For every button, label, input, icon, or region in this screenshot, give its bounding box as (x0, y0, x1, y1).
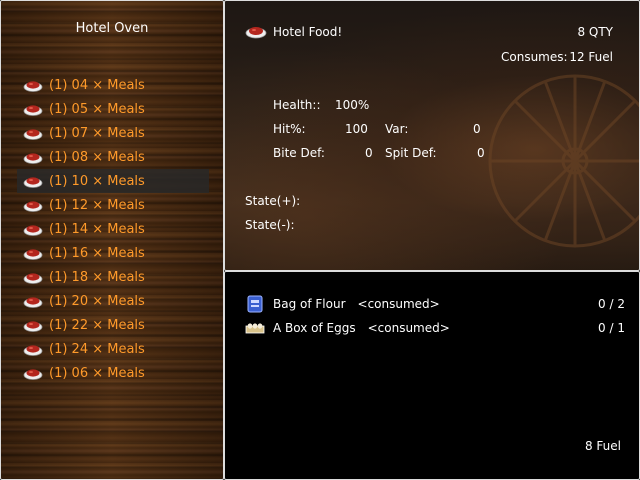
flour-bag-icon (247, 295, 263, 313)
meal-plate-icon (23, 129, 43, 140)
recipe-list: (1) 04 × Meals (1) 05 × Meals (1) 07 × Mea… (17, 73, 209, 385)
var-label: Var: (385, 122, 409, 136)
meal-plate-icon (23, 153, 43, 164)
meal-plate-icon (23, 369, 43, 380)
health-label: Health:: (273, 98, 321, 112)
spinning-wheel-background (488, 74, 639, 248)
hit-label: Hit%: (273, 122, 306, 136)
meal-plate-icon (23, 201, 43, 212)
ingredient-name: Bag of Flour (273, 297, 346, 311)
recipe-item[interactable]: (1) 06 × Meals (17, 361, 209, 385)
consumes-label: Consumes: (501, 50, 568, 64)
recipe-item[interactable]: (1) 07 × Meals (17, 121, 209, 145)
consumes-value: 12 Fuel (569, 50, 613, 64)
recipe-label: (1) 04 × Meals (49, 77, 145, 93)
ingredient-count: 0 / 2 (598, 297, 625, 311)
recipe-item[interactable]: (1) 16 × Meals (17, 241, 209, 265)
oven-title: Hotel Oven (75, 21, 149, 36)
ingredient-panel: Bag of Flour <consumed> 0 / 2 A Box of E… (224, 271, 640, 480)
ingredient-status: <consumed> (367, 321, 450, 335)
recipe-item[interactable]: (1) 10 × Meals (17, 169, 209, 193)
ingredient-row: Bag of Flour <consumed> 0 / 2 (245, 294, 625, 314)
recipe-label: (1) 20 × Meals (49, 293, 145, 309)
recipe-item[interactable]: (1) 05 × Meals (17, 97, 209, 121)
meal-plate-icon (23, 105, 43, 116)
fuel-total: 8 Fuel (584, 439, 621, 453)
state-plus-label: State(+): (245, 194, 301, 208)
meal-plate-icon (23, 177, 43, 188)
spit-def-label: Spit Def: (385, 146, 437, 160)
meal-plate-icon (23, 297, 43, 308)
meal-plate-icon (23, 273, 43, 284)
recipe-item[interactable]: (1) 22 × Meals (17, 313, 209, 337)
health-value: 100% (335, 98, 370, 112)
hit-value: 100 (345, 122, 368, 136)
recipe-item[interactable]: (1) 24 × Meals (17, 337, 209, 361)
recipe-label: (1) 12 × Meals (49, 197, 145, 213)
item-qty: 8 QTY (577, 25, 613, 39)
recipe-item[interactable]: (1) 12 × Meals (17, 193, 209, 217)
recipe-label: (1) 10 × Meals (49, 173, 145, 189)
recipe-label: (1) 18 × Meals (49, 269, 145, 285)
recipe-label: (1) 22 × Meals (49, 317, 145, 333)
oven-recipe-panel: Hotel Oven (1) 04 × Meals (1) 05 × Meals(… (0, 0, 224, 480)
ingredient-name: A Box of Eggs (273, 321, 356, 335)
ingredient-count: 0 / 1 (598, 321, 625, 335)
recipe-label: (1) 24 × Meals (49, 341, 145, 357)
recipe-label: (1) 06 × Meals (49, 365, 145, 381)
egg-box-icon (245, 323, 265, 334)
meal-plate-icon (23, 249, 43, 260)
spit-def-value: 0 (477, 146, 485, 160)
recipe-label: (1) 07 × Meals (49, 125, 145, 141)
bite-def-label: Bite Def: (273, 146, 325, 160)
recipe-item[interactable]: (1) 08 × Meals (17, 145, 209, 169)
ingredient-row: A Box of Eggs <consumed> 0 / 1 (245, 318, 625, 338)
item-name: Hotel Food! (273, 25, 343, 39)
recipe-label: (1) 05 × Meals (49, 101, 145, 117)
hotel-food-icon (245, 27, 267, 39)
recipe-label: (1) 16 × Meals (49, 245, 145, 261)
state-minus-label: State(-): (245, 218, 295, 232)
recipe-item[interactable]: (1) 20 × Meals (17, 289, 209, 313)
meal-plate-icon (23, 81, 43, 92)
item-detail-panel: Hotel Food! 8 QTY Consumes: 12 Fuel Heal… (224, 0, 640, 271)
meal-plate-icon (23, 345, 43, 356)
recipe-item[interactable]: (1) 04 × Meals (17, 73, 209, 97)
recipe-item[interactable]: (1) 18 × Meals (17, 265, 209, 289)
meal-plate-icon (23, 225, 43, 236)
meal-plate-icon (23, 321, 43, 332)
recipe-item[interactable]: (1) 14 × Meals (17, 217, 209, 241)
bite-def-value: 0 (365, 146, 373, 160)
var-value: 0 (473, 122, 481, 136)
recipe-label: (1) 14 × Meals (49, 221, 145, 237)
recipe-label: (1) 08 × Meals (49, 149, 145, 165)
ingredient-status: <consumed> (357, 297, 440, 311)
